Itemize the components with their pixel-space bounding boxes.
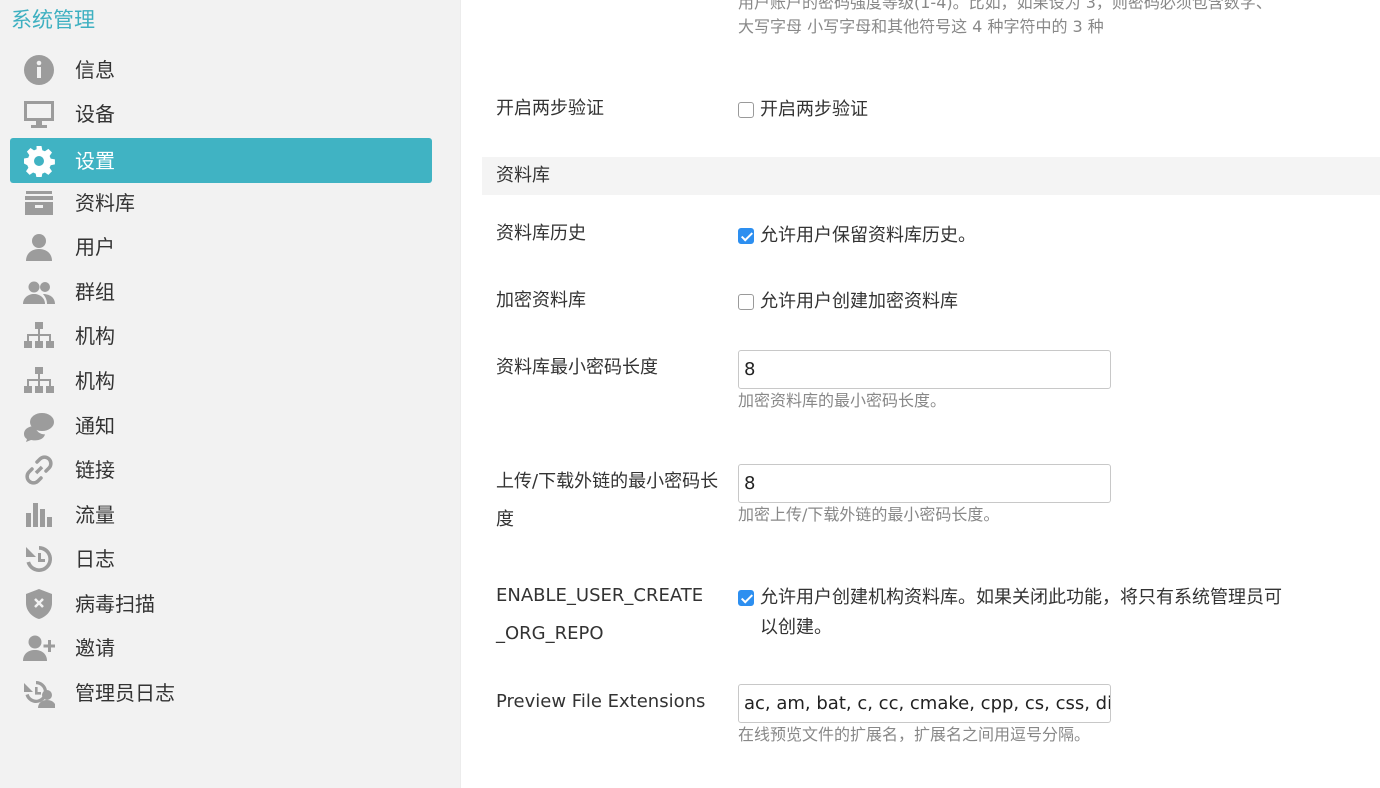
shield-x-icon <box>22 587 56 621</box>
link-icon <box>22 453 56 487</box>
help-line: 用户账户的密码强度等级(1-4)。比如，如果设为 3，则密码必须包含数字、 <box>738 0 1272 12</box>
two-factor-label: 开启两步验证 <box>496 98 604 119</box>
label-line: 上传/下载外链的最小密码长 <box>496 471 719 492</box>
sidebar-item-label: 链接 <box>75 457 115 482</box>
sidebar-item-label: 病毒扫描 <box>75 591 155 616</box>
sidebar-item-label: 管理员日志 <box>75 680 175 705</box>
sidebar-item-organizations[interactable]: 机构 <box>10 313 432 358</box>
share-link-min-password-help: 加密上传/下载外链的最小密码长度。 <box>738 505 1000 524</box>
users-icon <box>22 275 56 309</box>
sidebar-item-label: 群组 <box>75 279 115 304</box>
two-factor-checkbox-label: 开启两步验证 <box>760 99 868 120</box>
sitemap-icon <box>22 364 56 398</box>
comments-icon <box>22 409 56 443</box>
share-link-min-password-input[interactable]: 8 <box>738 464 1111 503</box>
preview-extensions-input[interactable]: ac, am, bat, c, cc, cmake, cpp, cs, css,… <box>738 684 1111 723</box>
checkbox-label-line: 允许用户创建机构资料库。如果关闭此功能，将只有系统管理员可 <box>760 587 1282 608</box>
two-factor-option[interactable]: 开启两步验证 <box>738 95 868 125</box>
encrypted-library-checkbox-label: 允许用户创建加密资料库 <box>760 291 958 312</box>
bar-chart-icon <box>22 498 56 532</box>
checkbox-label-line: 以创建。 <box>760 617 832 638</box>
repo-min-password-help: 加密资料库的最小密码长度。 <box>738 391 947 410</box>
sidebar-item-settings[interactable]: 设置 <box>10 138 432 183</box>
sidebar-item-label: 机构 <box>75 323 115 348</box>
library-history-checkbox-label: 允许用户保留资料库历史。 <box>760 225 976 246</box>
share-link-min-password-label: 上传/下载外链的最小密码长 度 <box>496 463 726 539</box>
sidebar-item-label: 信息 <box>75 57 115 82</box>
help-line: 大写字母 小写字母和其他符号这 4 种字符中的 3 种 <box>738 17 1104 36</box>
label-line: 度 <box>496 509 514 530</box>
preview-extensions-label: Preview File Extensions <box>496 691 706 712</box>
sidebar-item-label: 设置 <box>75 148 115 173</box>
sidebar-item-label: 流量 <box>75 502 115 527</box>
encrypted-library-label: 加密资料库 <box>496 290 586 311</box>
sidebar-item-label: 机构 <box>75 368 115 393</box>
sidebar-item-label: 资料库 <box>75 190 135 215</box>
sidebar-item-virus-scan[interactable]: 病毒扫描 <box>10 581 432 626</box>
org-repo-option[interactable]: 允许用户创建机构资料库。如果关闭此功能，将只有系统管理员可 以创建。 <box>738 583 1282 643</box>
sitemap-icon <box>22 319 56 353</box>
sidebar-item-invitations[interactable]: 邀请 <box>10 625 432 670</box>
encrypted-library-checkbox[interactable] <box>738 294 754 310</box>
org-repo-checkbox-label: 允许用户创建机构资料库。如果关闭此功能，将只有系统管理员可 以创建。 <box>760 583 1282 643</box>
admin-log-icon <box>22 676 56 710</box>
sidebar-item-links[interactable]: 链接 <box>10 447 432 492</box>
history-icon <box>22 542 56 576</box>
sidebar-item-devices[interactable]: 设备 <box>10 91 432 136</box>
sidebar-item-info[interactable]: 信息 <box>10 47 432 92</box>
sidebar-item-label: 通知 <box>75 413 115 438</box>
gear-icon <box>22 144 56 178</box>
sidebar-item-users[interactable]: 用户 <box>10 224 432 269</box>
sidebar-item-groups[interactable]: 群组 <box>10 269 432 314</box>
library-history-checkbox[interactable] <box>738 228 754 244</box>
sidebar-title: 系统管理 <box>11 8 95 32</box>
preview-extensions-help: 在线预览文件的扩展名，扩展名之间用逗号分隔。 <box>738 725 1091 744</box>
password-strength-help: 用户账户的密码强度等级(1-4)。比如，如果设为 3，则密码必须包含数字、 大写… <box>738 0 1328 39</box>
sidebar-item-label: 用户 <box>75 234 115 259</box>
library-history-option[interactable]: 允许用户保留资料库历史。 <box>738 221 976 251</box>
org-repo-label: ENABLE_USER_CREATE _ORG_REPO <box>496 577 726 653</box>
sidebar-item-label: 日志 <box>75 546 115 571</box>
sidebar-item-libraries[interactable]: 资料库 <box>10 180 432 225</box>
encrypted-library-option[interactable]: 允许用户创建加密资料库 <box>738 287 958 317</box>
user-plus-icon <box>22 631 56 665</box>
label-line: _ORG_REPO <box>496 623 604 644</box>
sidebar-item-label: 邀请 <box>75 635 115 660</box>
settings-panel: 用户账户的密码强度等级(1-4)。比如，如果设为 3，则密码必须包含数字、 大写… <box>462 0 1380 788</box>
user-icon <box>22 230 56 264</box>
label-line: ENABLE_USER_CREATE <box>496 585 704 606</box>
info-icon <box>22 53 56 87</box>
sidebar-item-admin-logs[interactable]: 管理员日志 <box>10 670 432 715</box>
archive-icon <box>22 186 56 220</box>
repo-min-password-input[interactable]: 8 <box>738 350 1111 389</box>
sidebar-item-organizations-2[interactable]: 机构 <box>10 358 432 403</box>
two-factor-checkbox[interactable] <box>738 102 754 118</box>
monitor-icon <box>22 97 56 131</box>
sidebar-item-traffic[interactable]: 流量 <box>10 492 432 537</box>
org-repo-checkbox[interactable] <box>738 590 754 606</box>
sidebar-item-notifications[interactable]: 通知 <box>10 403 432 448</box>
sidebar-item-label: 设备 <box>75 101 115 126</box>
sidebar: 系统管理 信息 设备 设置 资料库 用户 群组 机构 机构 通知 链接 流量 日… <box>0 0 461 788</box>
library-history-label: 资料库历史 <box>496 223 586 244</box>
sidebar-item-logs[interactable]: 日志 <box>10 536 432 581</box>
repo-min-password-label: 资料库最小密码长度 <box>496 357 658 378</box>
library-section-header: 资料库 <box>482 157 1380 195</box>
